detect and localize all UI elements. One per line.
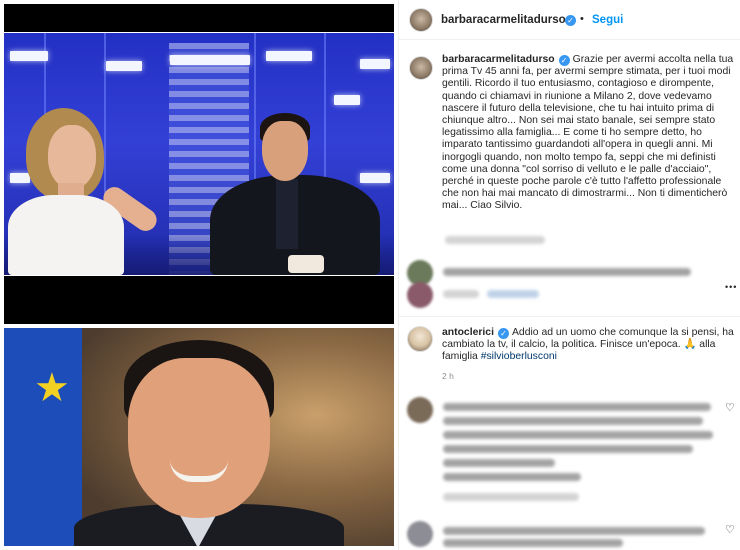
woman-face (48, 125, 96, 189)
blurred-comment (443, 527, 705, 535)
post-2-caption: antoclerici ✓ Addio ad un uomo che comunqu… (442, 327, 734, 364)
studio-light (334, 95, 360, 105)
studio-light (10, 173, 30, 183)
blurred-comment (443, 473, 581, 481)
post-1-sidebar: barbaracarmelitadurso ✓ • Segui barbarac… (398, 0, 740, 316)
studio-light (266, 51, 312, 61)
flag-star-icon: ★ (34, 366, 70, 410)
studio-light (360, 173, 390, 183)
blurred-avatar (407, 521, 433, 547)
blurred-avatar (407, 282, 433, 308)
post-1-header: barbaracarmelitadurso ✓ • Segui (399, 0, 740, 40)
blurred-comment (443, 539, 623, 547)
post-image-1 (0, 0, 398, 326)
blurred-reply-link (487, 290, 539, 298)
caption-username[interactable]: antoclerici (442, 327, 494, 338)
like-heart-icon[interactable]: ♡ (725, 401, 735, 414)
man-hand-cards (288, 255, 324, 273)
woman-dress (8, 195, 124, 275)
blurred-time (445, 236, 545, 244)
blurred-avatar (407, 397, 433, 423)
like-heart-icon[interactable]: ♡ (725, 523, 735, 536)
avatar[interactable] (409, 8, 433, 32)
studio-light (360, 59, 390, 69)
caption-username[interactable]: barbaracarmelitadurso (442, 54, 555, 65)
blurred-comment (443, 431, 713, 439)
blurred-comment (443, 445, 693, 453)
eu-flag: ★ (4, 328, 82, 546)
letterbox-bar-top (4, 4, 394, 32)
follow-button[interactable]: Segui (592, 14, 623, 26)
verified-icon: ✓ (558, 55, 570, 66)
blurred-meta (443, 290, 479, 298)
studio-light (10, 51, 48, 61)
verified-icon: ✓ (565, 15, 576, 26)
more-horizontal-icon[interactable]: ••• (725, 282, 737, 292)
caption-avatar[interactable] (409, 56, 433, 80)
caption-text: Grazie per avermi accolta nella tua prim… (442, 54, 734, 212)
studio-light (106, 61, 142, 71)
man-face (262, 121, 308, 181)
hashtag-link[interactable]: #silvioberlusconi (481, 351, 557, 362)
avatar[interactable] (407, 326, 433, 352)
blurred-meta (443, 493, 579, 501)
header-username[interactable]: barbaracarmelitadurso (441, 14, 566, 26)
tv-studio-photo (4, 33, 394, 275)
blurred-comment (443, 459, 555, 467)
man-shirt (276, 179, 298, 249)
verified-icon: ✓ (497, 328, 509, 339)
blurred-comment (443, 403, 711, 411)
separator-dot: • (580, 13, 584, 25)
post-1-caption: barbaracarmelitadurso ✓ Grazie per avermi … (442, 54, 734, 213)
letterbox-bar-bottom (4, 276, 394, 324)
post-2-sidebar: antoclerici ✓ Addio ad un uomo che comunqu… (398, 316, 740, 550)
post-time: 2 h (442, 371, 454, 381)
post-image-2: ★ (4, 328, 394, 546)
portrait-face (128, 358, 270, 518)
blurred-comment (443, 268, 691, 276)
studio-light (170, 55, 250, 65)
blurred-comment (443, 417, 703, 425)
